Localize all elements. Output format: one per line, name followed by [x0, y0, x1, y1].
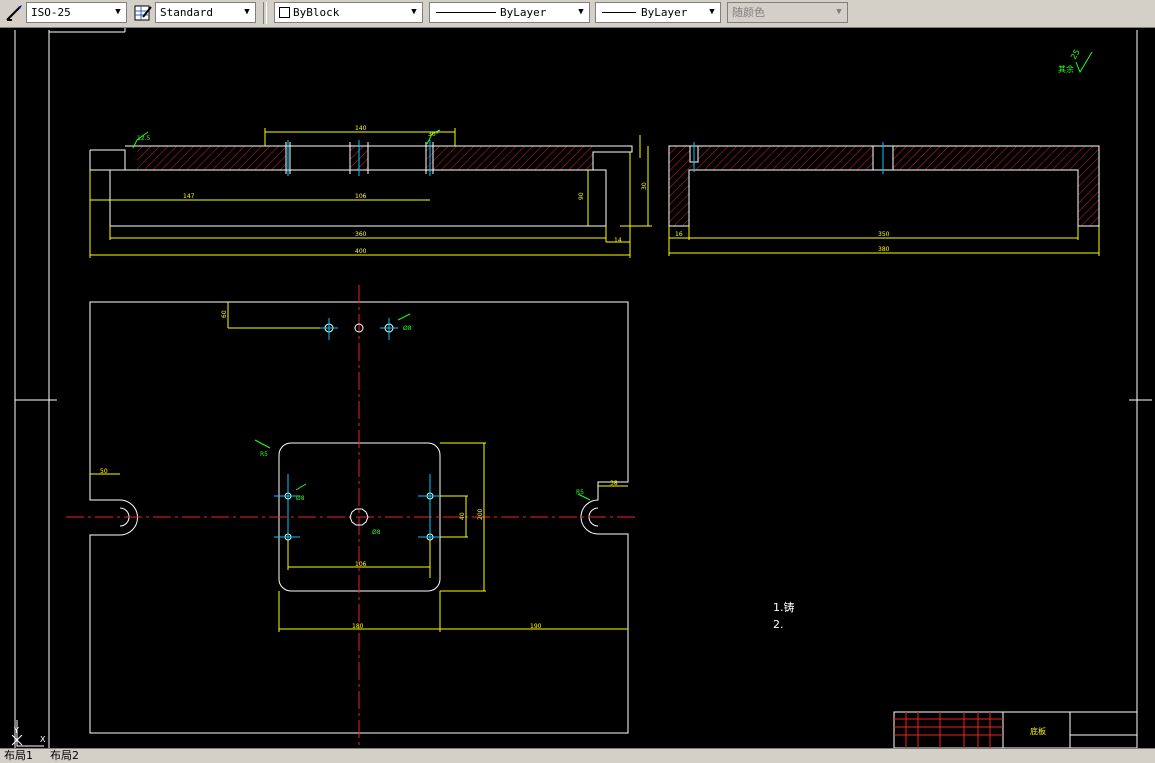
- lineweight-select[interactable]: ByLayer ▼: [595, 2, 721, 23]
- roughness-symbol: 25 其余: [1058, 48, 1093, 74]
- svg-text:200: 200: [477, 508, 484, 520]
- svg-text:106: 106: [355, 193, 367, 200]
- svg-text:Y: Y: [13, 726, 19, 735]
- color-select[interactable]: ByBlock ▼: [274, 2, 423, 23]
- ucs-icon: Y X: [11, 720, 46, 747]
- title-block: 底板: [893, 711, 1138, 748]
- chevron-down-icon: ▼: [578, 7, 584, 17]
- svg-text:30: 30: [641, 182, 648, 190]
- tab-layout1[interactable]: 布局1: [0, 749, 37, 762]
- linetype-select[interactable]: ByLayer ▼: [429, 2, 590, 23]
- svg-text:180: 180: [352, 623, 364, 630]
- svg-text:30°: 30°: [428, 131, 439, 138]
- color-swatch: [279, 7, 290, 18]
- lineweight-preview: [602, 12, 636, 13]
- svg-text:50: 50: [100, 468, 108, 475]
- tab-layout2[interactable]: 布局2: [46, 749, 83, 762]
- svg-text:R5: R5: [260, 451, 268, 458]
- svg-text:14: 14: [614, 237, 622, 244]
- layout-tabs: 布局1 布局2: [0, 748, 1155, 763]
- dimension-style-icon[interactable]: [4, 3, 24, 23]
- drawing-canvas[interactable]: Y X 25 其余 140 147 106 360 400 90 30 14 1…: [0, 28, 1155, 748]
- svg-text:400: 400: [355, 248, 367, 255]
- svg-text:Ø8: Ø8: [403, 325, 412, 332]
- svg-text:2.: 2.: [773, 618, 784, 631]
- properties-toolbar: ISO-25 ▼ Standard ▼ ByBlock ▼ ByLayer ▼ By…: [0, 0, 1155, 28]
- svg-text:1.铸: 1.铸: [773, 600, 795, 614]
- chevron-down-icon: ▼: [244, 7, 250, 17]
- svg-text:140: 140: [355, 125, 367, 132]
- side-view: 350 380 16: [668, 142, 1100, 256]
- table-style-icon[interactable]: [133, 3, 153, 23]
- svg-text:190: 190: [530, 623, 542, 630]
- svg-text:60: 60: [221, 310, 228, 318]
- svg-text:25: 25: [1069, 48, 1082, 61]
- plotstyle-select: 随颜色 ▼: [727, 2, 848, 23]
- svg-text:16: 16: [675, 231, 683, 238]
- svg-text:其余: 其余: [1058, 64, 1074, 74]
- chevron-down-icon: ▼: [115, 7, 121, 17]
- plan-view: 50 180 190 38 106 40 60 200 Ø8 R5 Ø8 Ø8 …: [66, 285, 638, 748]
- svg-text:Ø8: Ø8: [296, 495, 305, 502]
- dimstyle-select[interactable]: ISO-25 ▼: [26, 2, 127, 23]
- drawing-frame: [14, 28, 1152, 748]
- svg-text:106: 106: [355, 561, 367, 568]
- svg-text:147: 147: [183, 193, 195, 200]
- svg-text:12.5: 12.5: [137, 135, 151, 142]
- svg-text:380: 380: [878, 246, 890, 253]
- svg-text:360: 360: [355, 231, 367, 238]
- svg-text:90: 90: [578, 192, 585, 200]
- svg-text:底板: 底板: [1030, 726, 1046, 736]
- tablestyle-select[interactable]: Standard ▼: [155, 2, 256, 23]
- svg-text:40: 40: [459, 512, 466, 520]
- svg-text:350: 350: [878, 231, 890, 238]
- svg-text:X: X: [40, 735, 46, 744]
- front-view: 140 147 106 360 400 90 30 14 12.5 30°: [89, 125, 652, 258]
- chevron-down-icon: ▼: [709, 7, 715, 17]
- chevron-down-icon: ▼: [411, 7, 417, 17]
- svg-text:Ø8: Ø8: [372, 529, 381, 536]
- toolbar-separator: [263, 2, 267, 24]
- svg-text:R5: R5: [576, 489, 584, 496]
- svg-text:38: 38: [610, 480, 618, 487]
- technical-notes: 1.铸 2.: [773, 600, 795, 631]
- chevron-down-icon: ▼: [836, 7, 842, 17]
- linetype-preview: [436, 12, 496, 13]
